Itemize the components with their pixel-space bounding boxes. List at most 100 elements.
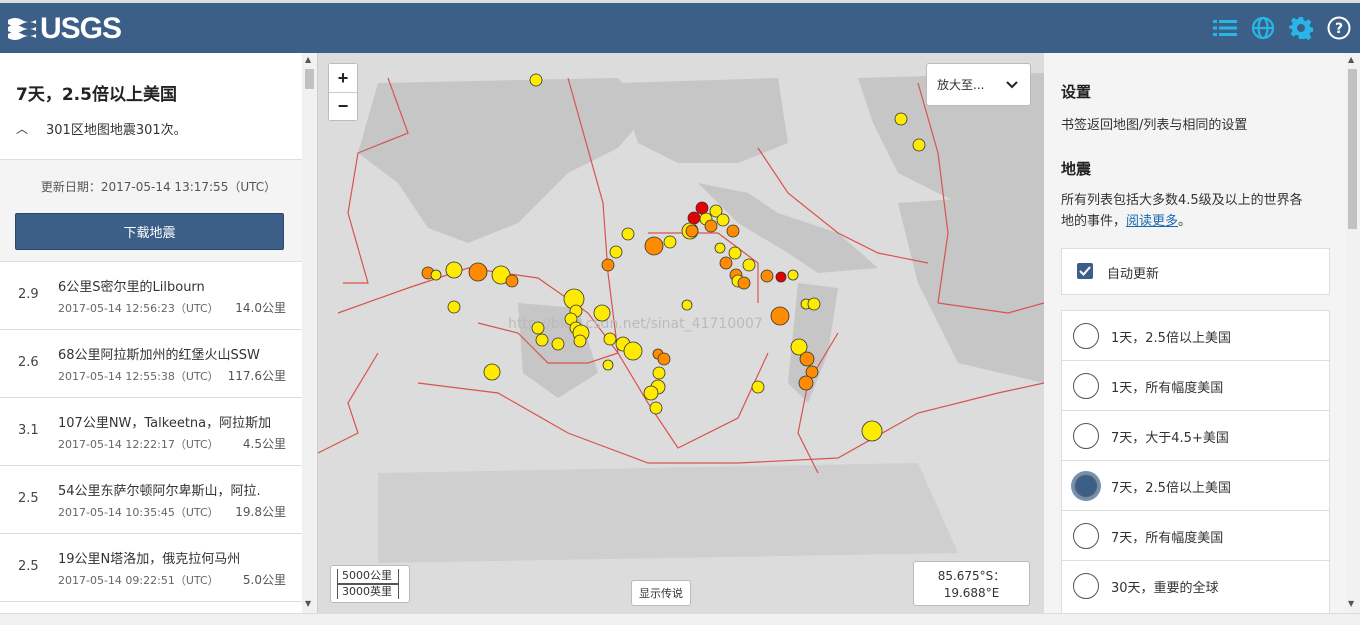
quake-marker[interactable]: [601, 258, 615, 272]
quake-marker[interactable]: [807, 297, 821, 311]
eq-magnitude: 3.1: [18, 423, 39, 438]
quake-marker[interactable]: [760, 269, 774, 283]
radio-button[interactable]: [1073, 523, 1099, 549]
quake-marker[interactable]: [714, 242, 726, 254]
feed-options: 1天，2.5倍以上美国 1天，所有幅度美国 7天，大于4.5+美国 7天，2.5…: [1061, 310, 1330, 614]
list-icon[interactable]: [1212, 15, 1238, 41]
quake-marker[interactable]: [529, 73, 543, 87]
quake-marker[interactable]: [775, 271, 787, 283]
zoom-in-button[interactable]: +: [329, 64, 357, 92]
usgs-logo[interactable]: USGS: [8, 12, 122, 46]
feed-option[interactable]: 7天，2.5倍以上美国: [1062, 461, 1329, 511]
quake-marker[interactable]: [657, 352, 671, 366]
quake-marker[interactable]: [551, 337, 565, 351]
quake-marker[interactable]: [573, 334, 587, 348]
quake-marker[interactable]: [649, 401, 663, 415]
feed-option[interactable]: 7天，所有幅度美国: [1062, 511, 1329, 561]
scroll-up-arrow[interactable]: ▲: [305, 55, 311, 64]
help-icon[interactable]: ?: [1326, 15, 1352, 41]
cursor-coordinates: 85.675°S： 19.688°E: [913, 561, 1030, 606]
quake-marker[interactable]: [695, 201, 709, 215]
scroll-down-arrow[interactable]: ▼: [305, 599, 311, 608]
eq-place: 54公里东萨尔顿阿尔卑斯山，阿拉.: [58, 484, 261, 499]
read-more-link[interactable]: 阅读更多: [1126, 214, 1178, 229]
quake-marker[interactable]: [505, 274, 519, 288]
quake-marker[interactable]: [644, 236, 664, 256]
quake-marker[interactable]: [445, 261, 463, 279]
quake-marker[interactable]: [535, 333, 549, 347]
quake-marker[interactable]: [719, 256, 733, 270]
earthquake-item[interactable]: 2.5 19公里N塔洛加，俄克拉何马州 2017-05-14 09:22:51（…: [0, 534, 317, 602]
eq-time: 2017-05-14 09:22:51（UTC）: [58, 574, 219, 587]
show-legend-button[interactable]: 显示传说: [631, 580, 691, 606]
quake-marker[interactable]: [621, 227, 635, 241]
quake-marker[interactable]: [799, 351, 815, 367]
quake-marker[interactable]: [603, 332, 617, 346]
quake-marker[interactable]: [593, 304, 611, 322]
earthquake-item[interactable]: 2.9 6公里S密尔里的Lilbourn 2017-05-14 12:56:23…: [0, 262, 317, 330]
quake-marker[interactable]: [602, 359, 614, 371]
globe-icon[interactable]: [1250, 15, 1276, 41]
quake-marker[interactable]: [663, 235, 677, 249]
quake-marker[interactable]: [447, 300, 461, 314]
eq-time: 2017-05-14 10:35:45（UTC）: [58, 506, 219, 519]
quake-marker[interactable]: [726, 224, 740, 238]
earthquake-desc: 所有列表包括大多数4.5级及以上的世界各 地的事件，阅读更多。: [1061, 193, 1303, 229]
radio-button[interactable]: [1073, 423, 1099, 449]
download-button[interactable]: 下载地震: [15, 213, 284, 250]
quake-marker[interactable]: [742, 258, 756, 272]
radio-button[interactable]: [1073, 323, 1099, 349]
quake-marker[interactable]: [623, 341, 643, 361]
earthquake-map[interactable]: http://blog.csdn.net/sinat_41710007 + − …: [318, 53, 1044, 613]
quake-marker[interactable]: [861, 420, 883, 442]
quake-marker[interactable]: [609, 245, 623, 259]
settings-desc: 书签返回地图/列表与相同的设置: [1061, 118, 1248, 133]
logo-text: USGS: [40, 12, 122, 45]
quake-marker[interactable]: [643, 385, 659, 401]
quake-marker[interactable]: [652, 366, 666, 380]
scroll-up-arrow[interactable]: ▲: [1348, 55, 1354, 64]
feed-option[interactable]: 7天，大于4.5+美国: [1062, 411, 1329, 461]
scroll-thumb[interactable]: [305, 69, 314, 89]
quake-marker[interactable]: [468, 262, 488, 282]
quake-marker[interactable]: [685, 224, 699, 238]
radio-button-selected[interactable]: [1073, 473, 1099, 499]
feed-option[interactable]: 1天，所有幅度美国: [1062, 361, 1329, 411]
quake-marker[interactable]: [483, 363, 501, 381]
quake-marker[interactable]: [681, 299, 693, 311]
radio-button[interactable]: [1073, 373, 1099, 399]
svg-text:?: ?: [1335, 21, 1343, 37]
quake-marker[interactable]: [687, 211, 701, 225]
gear-icon[interactable]: [1288, 15, 1314, 41]
quake-marker[interactable]: [430, 269, 442, 281]
earthquake-item[interactable]: 3.1 107公里NW，Talkeetna，阿拉斯加 2017-05-14 12…: [0, 398, 317, 466]
list-scrollbar[interactable]: ▲ ▼: [302, 53, 317, 613]
feed-option[interactable]: 30天，重要的全球: [1062, 561, 1329, 611]
zoom-to-dropdown[interactable]: 放大至...: [926, 63, 1031, 106]
quake-marker[interactable]: [728, 246, 742, 260]
eq-time: 2017-05-14 12:22:17（UTC）: [58, 438, 219, 451]
list-summary-toggle[interactable]: ︿ 301区地图地震301次。: [16, 119, 301, 138]
settings-scrollbar[interactable]: ▲ ▼: [1345, 53, 1360, 613]
scroll-down-arrow[interactable]: ▼: [1348, 599, 1354, 608]
quake-marker[interactable]: [787, 269, 799, 281]
quake-marker[interactable]: [704, 219, 718, 233]
earthquake-item[interactable]: 2.5 54公里东萨尔顿阿尔卑斯山，阿拉. 2017-05-14 10:35:4…: [0, 466, 317, 534]
quake-marker[interactable]: [531, 321, 545, 335]
quake-marker[interactable]: [737, 276, 751, 290]
quake-marker[interactable]: [894, 112, 908, 126]
quake-marker[interactable]: [751, 380, 765, 394]
quake-marker[interactable]: [716, 213, 730, 227]
feed-option[interactable]: 1天，2.5倍以上美国: [1062, 311, 1329, 361]
eq-magnitude: 2.6: [18, 355, 39, 370]
radio-button[interactable]: [1073, 573, 1099, 599]
scroll-thumb[interactable]: [1348, 69, 1357, 229]
quake-marker[interactable]: [798, 375, 814, 391]
quake-marker[interactable]: [912, 138, 926, 152]
auto-update-checkbox[interactable]: 自动更新: [1061, 248, 1330, 295]
quake-marker[interactable]: [770, 306, 790, 326]
eq-place: 6公里S密尔里的Lilbourn: [58, 280, 205, 295]
earthquake-item[interactable]: 2.6 68公里阿拉斯加州的红堡火山SSW 2017-05-14 12:55:3…: [0, 330, 317, 398]
zoom-out-button[interactable]: −: [329, 92, 357, 120]
usgs-wave-icon: [8, 18, 36, 40]
